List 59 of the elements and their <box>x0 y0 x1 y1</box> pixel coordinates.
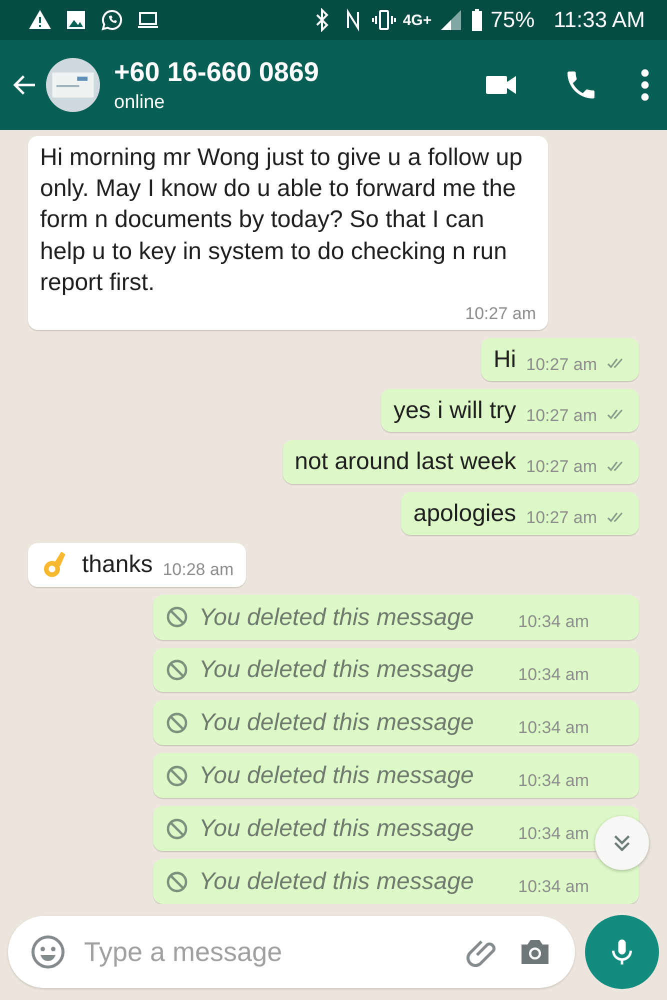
blocked-icon <box>165 710 189 735</box>
message-bubble[interactable]: Hi morning mr Wong just to give u a follow up only. May I know do u able to forward me the form n documents by today? So that I can help u to key in system to do checking n run report first. 10:27 am <box>28 136 548 330</box>
message-time: 10:34 am <box>518 664 589 686</box>
avatar[interactable] <box>46 58 100 112</box>
message-bubble[interactable]: You deleted this message 10:34 am <box>153 859 639 904</box>
message-text: not around last week <box>294 447 516 478</box>
message-bubble[interactable]: You deleted this message 10:34 am <box>153 594 639 640</box>
menu-icon[interactable] <box>639 67 651 103</box>
message-bubble[interactable]: You deleted this message 10:34 am <box>153 753 639 798</box>
message-time: 10:27 am <box>526 507 597 528</box>
message-time: 10:34 am <box>518 611 589 632</box>
contact-status: online <box>114 92 166 114</box>
message-field[interactable]: Type a message <box>8 916 575 988</box>
message-bubble[interactable]: You deleted this message 10:34 am <box>153 700 639 746</box>
chevron-down-icon <box>614 835 630 851</box>
message-text: You deleted this message <box>199 761 475 792</box>
message-time: 10:34 am <box>518 822 589 844</box>
network-type: 4G+ <box>402 12 432 28</box>
message-time: 10:27 am <box>526 456 597 477</box>
message-text: You deleted this message <box>199 708 475 738</box>
message-text: You deleted this message <box>199 866 475 897</box>
blocked-icon <box>165 870 189 894</box>
message-time: 10:27 am <box>526 354 597 375</box>
blocked-icon <box>165 605 189 630</box>
message-input[interactable]: Type a message <box>82 936 449 968</box>
message-bubble[interactable]: Hi 10:27 am <box>481 338 639 382</box>
blocked-icon <box>165 764 189 788</box>
battery-icon <box>470 8 484 32</box>
message-bubble[interactable]: You deleted this message 10:34 am <box>153 806 639 852</box>
message-time: 10:34 am <box>518 770 589 791</box>
battery-level: 75% <box>490 7 535 33</box>
message-text: Hi morning mr Wong just to give u a follow up only. May I know do u able to forward me the form n documents by today? So that I can help u to key in system to do checking n run report first. <box>40 143 524 298</box>
message-time: 10:34 am <box>518 716 589 738</box>
message-bubble[interactable]: You deleted this message 10:34 am <box>153 648 639 692</box>
message-bubble[interactable]: not around last week 10:27 am <box>282 440 639 484</box>
clock: 11:33 AM <box>554 7 645 33</box>
message-text: You deleted this message <box>199 602 475 633</box>
message-text: You deleted this message <box>199 814 475 844</box>
warning-icon <box>28 8 52 32</box>
vibrate-icon <box>372 8 396 32</box>
message-text: Hi <box>493 344 516 375</box>
message-time: 10:27 am <box>526 404 597 426</box>
chat-bubble-icon <box>100 8 124 32</box>
blocked-icon <box>165 658 189 682</box>
message-bubble[interactable]: apologies 10:27 am <box>401 492 639 535</box>
message-text: apologies <box>413 498 516 528</box>
signal-icon <box>438 8 463 32</box>
message-text: yes i will try <box>393 396 516 426</box>
message-bubble[interactable]: thanks 10:28 am <box>28 542 246 587</box>
message-text: You deleted this message <box>199 655 475 686</box>
message-text: thanks <box>82 550 153 580</box>
message-time: 10:27 am <box>464 302 536 324</box>
contact-name[interactable]: +60 16-660 0869 <box>114 56 439 88</box>
message-time: 10:34 am <box>518 876 589 897</box>
blocked-icon <box>165 816 189 841</box>
message-time: 10:28 am <box>162 558 234 580</box>
emoji-icon[interactable] <box>30 934 66 970</box>
message-bubble[interactable]: yes i will try 10:27 am <box>381 389 639 432</box>
image-icon <box>64 8 88 32</box>
